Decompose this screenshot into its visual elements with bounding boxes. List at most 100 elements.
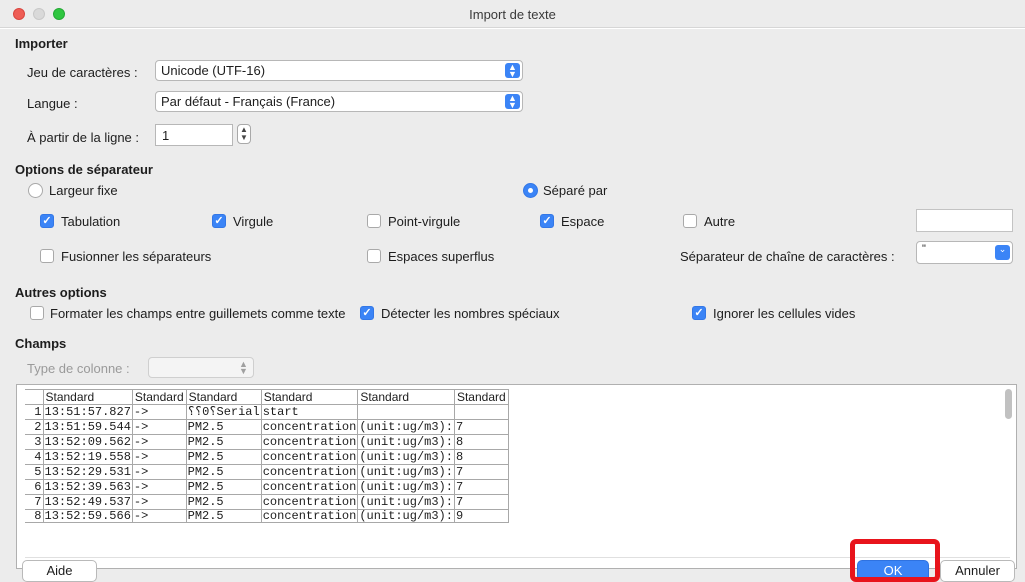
select-arrows-icon: ▲ ▼ xyxy=(505,94,520,110)
table-cell xyxy=(357,404,455,420)
table-cell: 7 xyxy=(453,479,509,495)
separated-by-label: Séparé par xyxy=(543,183,608,198)
other-checkbox[interactable] xyxy=(683,214,697,228)
string-delimiter-label: Séparateur de chaîne de caractères : xyxy=(680,249,895,264)
column-header[interactable]: Standard xyxy=(260,389,359,405)
semicolon-checkbox[interactable] xyxy=(367,214,381,228)
fields-heading: Champs xyxy=(15,336,67,351)
skip-empty-cells-label: Ignorer les cellules vides xyxy=(713,306,856,321)
language-label: Langue : xyxy=(27,96,78,111)
table-cell: -> xyxy=(131,509,187,523)
quoted-as-text-checkbox[interactable] xyxy=(30,306,44,320)
table-cell: (unit:ug/m3): xyxy=(357,464,455,480)
string-delimiter-value: " xyxy=(922,243,926,255)
language-value: Par défaut - Français (France) xyxy=(161,94,336,109)
table-cell: -> xyxy=(131,449,187,465)
merge-delimiters-label: Fusionner les séparateurs xyxy=(61,249,212,264)
row-number: 7 xyxy=(25,494,44,510)
table-row: 3 13:52:09.562 -> PM2.5 concentration (unit:u… xyxy=(25,434,509,450)
table-cell: 13:52:39.563 xyxy=(42,479,133,495)
table-cell: 8 xyxy=(453,449,509,465)
column-type-label: Type de colonne : xyxy=(27,361,130,376)
column-header[interactable]: Standard xyxy=(357,389,455,405)
table-cell xyxy=(453,404,509,420)
table-cell: (unit:ug/m3): xyxy=(357,509,455,523)
charset-value: Unicode (UTF-16) xyxy=(161,63,266,78)
table-cell: (unit:ug/m3): xyxy=(357,494,455,510)
table-cell: 13:52:19.558 xyxy=(42,449,133,465)
row-number: 1 xyxy=(25,404,44,420)
string-delimiter-select[interactable]: " ⌄ xyxy=(916,241,1013,264)
table-cell: concentration xyxy=(260,434,359,450)
table-row: 7 13:52:49.537 -> PM2.5 concentration (unit:u… xyxy=(25,494,509,510)
column-header[interactable]: Standard xyxy=(185,389,262,405)
select-arrows-icon: ▲ ▼ xyxy=(505,63,520,79)
space-checkbox[interactable]: ✓ xyxy=(540,214,554,228)
column-header[interactable]: Standard xyxy=(42,389,133,405)
column-header[interactable]: Standard xyxy=(131,389,187,405)
table-cell: PM2.5 xyxy=(185,434,262,450)
language-select[interactable]: Par défaut - Français (France) ▲ ▼ xyxy=(155,91,523,112)
semicolon-label: Point-virgule xyxy=(388,214,461,229)
table-cell: 7 xyxy=(453,419,509,435)
other-label: Autre xyxy=(704,214,736,229)
table-cell: (unit:ug/m3): xyxy=(357,419,455,435)
table-cell: PM2.5 xyxy=(185,509,262,523)
skip-empty-cells-checkbox[interactable]: ✓ xyxy=(692,306,706,320)
merge-delimiters-checkbox[interactable] xyxy=(40,249,54,263)
table-cell: concentration xyxy=(260,509,359,523)
vertical-scrollbar[interactable] xyxy=(1005,389,1012,419)
table-cell: concentration xyxy=(260,479,359,495)
chevron-down-icon: ⌄ xyxy=(995,245,1010,260)
cancel-button[interactable]: Annuler xyxy=(940,560,1015,582)
table-row: 8 13:52:59.566 -> PM2.5 concentration (unit:u… xyxy=(25,509,509,523)
comma-label: Virgule xyxy=(233,214,274,229)
table-cell: -> xyxy=(131,464,187,480)
select-arrows-icon: ▲ ▼ xyxy=(239,359,248,376)
table-cell: 7 xyxy=(453,464,509,480)
column-header[interactable]: Standard xyxy=(453,389,509,405)
table-cell: 13:51:57.827 xyxy=(42,404,133,420)
row-number: 8 xyxy=(25,509,44,523)
table-cell: -> xyxy=(131,434,187,450)
table-cell: PM2.5 xyxy=(185,449,262,465)
from-line-label: À partir de la ligne : xyxy=(27,130,140,145)
from-line-stepper[interactable]: ▲ ▼ xyxy=(237,124,251,144)
table-cell: 13:52:29.531 xyxy=(42,464,133,480)
separator-options-heading: Options de séparateur xyxy=(15,162,153,177)
table-cell: PM2.5 xyxy=(185,494,262,510)
help-button[interactable]: Aide xyxy=(22,560,97,582)
row-number: 6 xyxy=(25,479,44,495)
table-cell: concentration xyxy=(260,449,359,465)
table-row: 4 13:52:19.558 -> PM2.5 concentration (unit:u… xyxy=(25,449,509,465)
table-cell: 7 xyxy=(453,494,509,510)
table-cell: 13:52:49.537 xyxy=(42,494,133,510)
fixed-width-label: Largeur fixe xyxy=(49,183,118,198)
comma-checkbox[interactable]: ✓ xyxy=(212,214,226,228)
table-row: 1 13:51:57.827 -> ⸮⸮0⸮Serial start xyxy=(25,404,509,420)
table-cell: ⸮⸮0⸮Serial xyxy=(185,404,262,420)
window-title: Import de texte xyxy=(469,7,556,22)
table-cell: -> xyxy=(131,494,187,510)
table-cell: start xyxy=(260,404,359,420)
tab-checkbox[interactable]: ✓ xyxy=(40,214,54,228)
detect-special-numbers-checkbox[interactable]: ✓ xyxy=(360,306,374,320)
trim-spaces-checkbox[interactable] xyxy=(367,249,381,263)
ok-button-highlight xyxy=(850,539,940,582)
charset-select[interactable]: Unicode (UTF-16) ▲ ▼ xyxy=(155,60,523,81)
corner-cell xyxy=(25,389,44,405)
table-cell: 13:52:09.562 xyxy=(42,434,133,450)
column-type-select[interactable]: ▲ ▼ xyxy=(148,357,254,378)
table-cell: -> xyxy=(131,479,187,495)
separated-by-radio[interactable] xyxy=(523,183,538,198)
other-options-heading: Autres options xyxy=(15,285,107,300)
from-line-input[interactable]: 1 xyxy=(155,124,233,146)
table-cell: concentration xyxy=(260,419,359,435)
table-cell: (unit:ug/m3): xyxy=(357,449,455,465)
row-number: 4 xyxy=(25,449,44,465)
table-cell: 13:51:59.544 xyxy=(42,419,133,435)
other-separator-input[interactable] xyxy=(916,209,1013,232)
dialog-body: Importer Jeu de caractères : Unicode (UT… xyxy=(0,29,1025,582)
fixed-width-radio[interactable] xyxy=(28,183,43,198)
row-number: 5 xyxy=(25,464,44,480)
